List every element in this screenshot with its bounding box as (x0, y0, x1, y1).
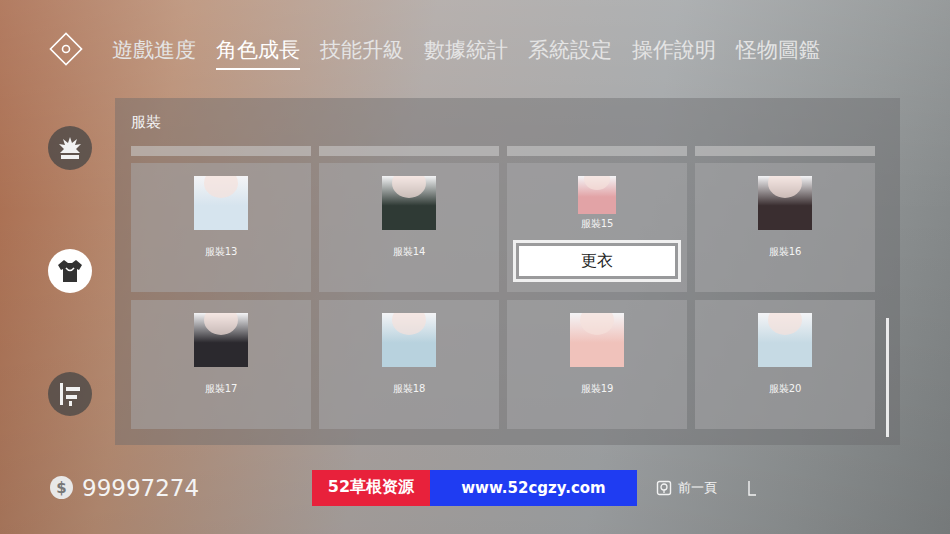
thumbnail-detail (768, 313, 802, 335)
weapon-icon (55, 379, 85, 409)
card-edge (695, 146, 875, 156)
thumbnail-detail (768, 176, 802, 198)
costume-card[interactable]: 服裝20 (695, 300, 875, 429)
previous-row-strip (131, 146, 877, 156)
scrollbar[interactable] (886, 318, 889, 437)
card-edge (131, 146, 311, 156)
costume-card[interactable]: 服裝18 (319, 300, 499, 429)
top-bar: 遊戲進度角色成長技能升級數據統計系統設定操作說明怪物圖鑑 (0, 0, 950, 98)
costume-grid: 服裝13 服裝14 服裝15 更衣 服裝16 服裝17 服裝18 服裝19 服裝20 (131, 163, 877, 429)
tab-bar: 遊戲進度角色成長技能升級數據統計系統設定操作說明怪物圖鑑 (112, 30, 820, 70)
key-icon (656, 480, 672, 496)
thumbnail-detail (580, 313, 614, 335)
costume-label: 服裝16 (769, 246, 802, 258)
costume-card[interactable]: 服裝15 更衣 (507, 163, 687, 292)
costume-thumbnail (758, 176, 812, 230)
thumbnail-detail (392, 176, 426, 198)
menu-diamond-icon (47, 30, 85, 68)
watermark-brand: 52草根资源 (312, 470, 430, 506)
nav-tab[interactable]: 技能升級 (320, 30, 404, 70)
coin-icon: $ (50, 476, 73, 499)
back-button[interactable]: 前一頁 (656, 479, 717, 497)
nav-tab[interactable]: 角色成長 (216, 30, 300, 70)
costume-label: 服裝19 (581, 383, 614, 395)
skill-icon (55, 133, 85, 163)
sidebar-item[interactable] (48, 249, 92, 293)
nav-tab[interactable]: 怪物圖鑑 (736, 30, 820, 70)
thumbnail-detail (584, 176, 610, 190)
key-bracket-icon (747, 480, 757, 496)
nav-tab[interactable]: 系統設定 (528, 30, 612, 70)
card-edge (507, 146, 687, 156)
thumbnail-detail (204, 313, 238, 335)
main-area: 服裝服裝13 服裝14 服裝15 更衣 服裝16 服裝17 服裝18 服裝19 服裝20 (0, 98, 950, 445)
watermark-banner: 52草根资源www.52cgzy.com (312, 470, 637, 506)
costume-card[interactable]: 服裝17 (131, 300, 311, 429)
costume-label: 服裝14 (393, 246, 426, 258)
money-display: $99997274 (0, 475, 312, 501)
costume-thumbnail (382, 313, 436, 367)
change-clothes-button[interactable]: 更衣 (513, 240, 681, 282)
costume-thumbnail (570, 313, 624, 367)
costume-thumbnail (194, 176, 248, 230)
costume-label: 服裝13 (205, 246, 238, 258)
costume-thumbnail (194, 313, 248, 367)
sidebar-item[interactable] (48, 372, 92, 416)
sidebar (0, 98, 115, 445)
card-edge (319, 146, 499, 156)
thumbnail-detail (204, 176, 238, 198)
sidebar-item[interactable] (48, 126, 92, 170)
panel-title: 服裝 (131, 112, 877, 146)
costume-thumbnail (758, 313, 812, 367)
watermark-url: www.52cgzy.com (430, 470, 637, 506)
costume-thumbnail (578, 176, 616, 214)
bottom-bar: $9999727452草根资源www.52cgzy.com前一頁 (0, 445, 950, 534)
nav-tab[interactable]: 數據統計 (424, 30, 508, 70)
costume-label: 服裝20 (769, 383, 802, 395)
costume-label: 服裝15 (581, 218, 614, 230)
costume-label: 服裝18 (393, 383, 426, 395)
costume-card[interactable]: 服裝16 (695, 163, 875, 292)
money-amount: 99997274 (82, 475, 199, 501)
nav-tab[interactable]: 操作說明 (632, 30, 716, 70)
costume-panel: 服裝服裝13 服裝14 服裝15 更衣 服裝16 服裝17 服裝18 服裝19 服裝20 (115, 98, 900, 445)
costume-card[interactable]: 服裝14 (319, 163, 499, 292)
button-label[interactable]: 更衣 (519, 246, 675, 276)
thumbnail-detail (392, 313, 426, 335)
costume-thumbnail (382, 176, 436, 230)
costume-card[interactable]: 服裝19 (507, 300, 687, 429)
back-label: 前一頁 (678, 479, 717, 497)
costume-label: 服裝17 (205, 383, 238, 395)
costume-card[interactable]: 服裝13 (131, 163, 311, 292)
costume-icon (55, 256, 85, 286)
nav-tab[interactable]: 遊戲進度 (112, 30, 196, 70)
